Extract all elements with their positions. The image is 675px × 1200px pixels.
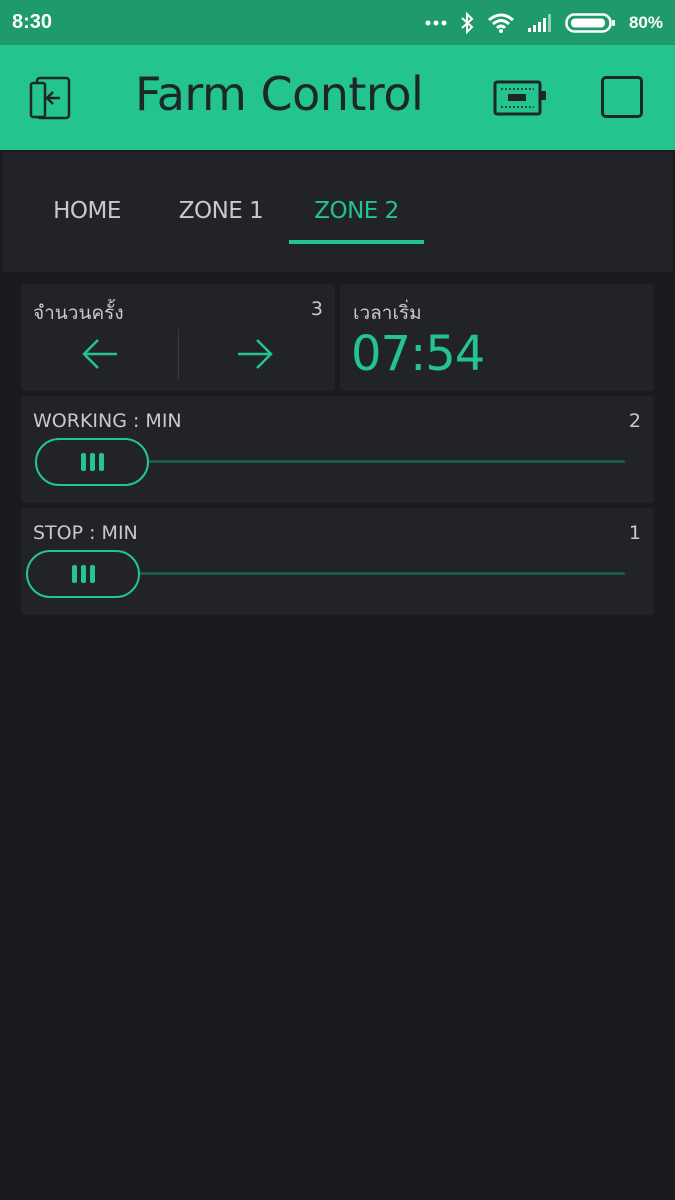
- step-widget: จำนวนครั้ง 3: [21, 284, 335, 391]
- bluetooth-icon: [461, 11, 474, 34]
- device-button[interactable]: [492, 79, 548, 119]
- time-widget: เวลาเริ่ม 07:54: [340, 284, 654, 391]
- time-value: 07:54: [351, 326, 485, 382]
- step-up-button[interactable]: [224, 329, 284, 379]
- wifi-icon: [488, 13, 514, 33]
- battery-icon: [565, 12, 615, 33]
- arrow-left-icon: [82, 339, 117, 369]
- status-icons: 80%: [425, 11, 663, 34]
- tab-home[interactable]: HOME: [40, 198, 134, 242]
- grip-bar: [98, 453, 104, 471]
- arrow-right-icon: [238, 339, 273, 369]
- step-value: 3: [310, 298, 323, 320]
- grip-bar: [89, 453, 95, 471]
- active-tab-indicator: [289, 240, 424, 244]
- stop-slider-widget: STOP : MIN 1: [21, 508, 654, 615]
- status-bar: 8:30 80%: [0, 0, 675, 45]
- status-time: 8:30: [12, 11, 53, 33]
- tab-zone-1[interactable]: ZONE 1: [170, 198, 272, 242]
- signal-icon: [527, 13, 551, 32]
- app-header: Farm Control: [0, 45, 675, 150]
- step-divider: [178, 329, 179, 379]
- tab-zone-2[interactable]: ZONE 2: [289, 198, 424, 242]
- exit-button[interactable]: [28, 75, 76, 123]
- time-label: เวลาเริ่ม: [353, 302, 422, 324]
- working-label: WORKING : MIN: [33, 410, 182, 432]
- exit-icon: [29, 76, 71, 120]
- dots-icon: [425, 20, 447, 25]
- working-slider-thumb[interactable]: [35, 438, 149, 486]
- app-title: Farm Control: [135, 67, 424, 121]
- grip-bar: [80, 565, 86, 583]
- working-slider-widget: WORKING : MIN 2: [21, 396, 654, 503]
- stop-slider-thumb[interactable]: [26, 550, 140, 598]
- grip-bar: [89, 565, 95, 583]
- working-value: 2: [628, 410, 641, 432]
- device-icon: [493, 80, 546, 116]
- battery-percent: 80%: [628, 12, 663, 32]
- stop-value: 1: [628, 522, 641, 544]
- stop-label: STOP : MIN: [33, 522, 138, 544]
- stop-square-icon[interactable]: [601, 76, 643, 118]
- step-label: จำนวนครั้ง: [33, 302, 124, 324]
- grip-bar: [71, 565, 77, 583]
- step-down-button[interactable]: [71, 329, 131, 379]
- grip-bar: [80, 453, 86, 471]
